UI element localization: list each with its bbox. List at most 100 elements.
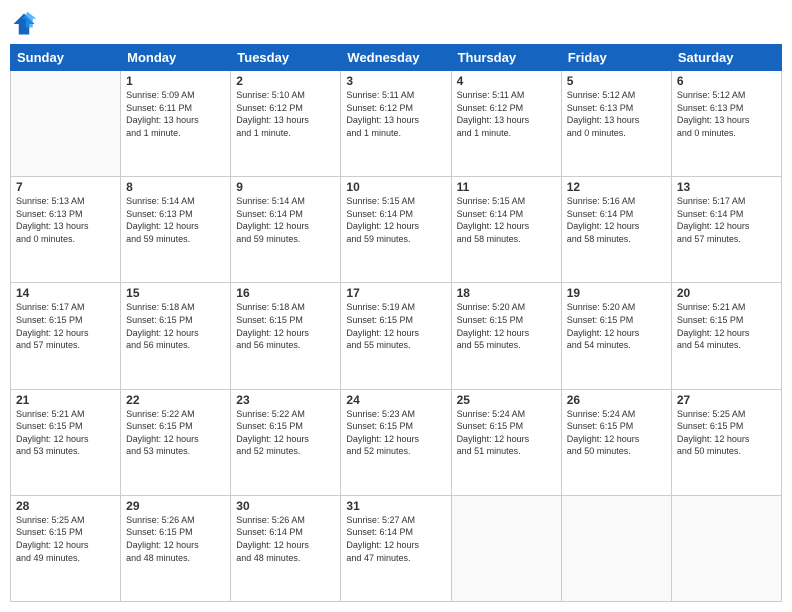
weekday-header-row: SundayMondayTuesdayWednesdayThursdayFrid… xyxy=(11,45,782,71)
calendar-cell: 6Sunrise: 5:12 AMSunset: 6:13 PMDaylight… xyxy=(671,71,781,177)
calendar-cell: 29Sunrise: 5:26 AMSunset: 6:15 PMDayligh… xyxy=(121,495,231,601)
day-info: Sunrise: 5:17 AMSunset: 6:15 PMDaylight:… xyxy=(16,301,115,351)
calendar-cell: 3Sunrise: 5:11 AMSunset: 6:12 PMDaylight… xyxy=(341,71,451,177)
day-number: 9 xyxy=(236,180,335,194)
day-number: 30 xyxy=(236,499,335,513)
day-info: Sunrise: 5:26 AMSunset: 6:14 PMDaylight:… xyxy=(236,514,335,564)
day-info: Sunrise: 5:26 AMSunset: 6:15 PMDaylight:… xyxy=(126,514,225,564)
calendar-cell: 7Sunrise: 5:13 AMSunset: 6:13 PMDaylight… xyxy=(11,177,121,283)
day-number: 25 xyxy=(457,393,556,407)
day-number: 18 xyxy=(457,286,556,300)
calendar-week-row: 28Sunrise: 5:25 AMSunset: 6:15 PMDayligh… xyxy=(11,495,782,601)
weekday-header: Tuesday xyxy=(231,45,341,71)
day-info: Sunrise: 5:10 AMSunset: 6:12 PMDaylight:… xyxy=(236,89,335,139)
calendar-cell: 5Sunrise: 5:12 AMSunset: 6:13 PMDaylight… xyxy=(561,71,671,177)
weekday-header: Saturday xyxy=(671,45,781,71)
calendar-cell: 21Sunrise: 5:21 AMSunset: 6:15 PMDayligh… xyxy=(11,389,121,495)
day-number: 1 xyxy=(126,74,225,88)
calendar-week-row: 21Sunrise: 5:21 AMSunset: 6:15 PMDayligh… xyxy=(11,389,782,495)
day-number: 10 xyxy=(346,180,445,194)
day-number: 7 xyxy=(16,180,115,194)
day-info: Sunrise: 5:25 AMSunset: 6:15 PMDaylight:… xyxy=(677,408,776,458)
day-number: 17 xyxy=(346,286,445,300)
day-number: 3 xyxy=(346,74,445,88)
weekday-header: Sunday xyxy=(11,45,121,71)
day-number: 26 xyxy=(567,393,666,407)
weekday-header: Thursday xyxy=(451,45,561,71)
day-number: 31 xyxy=(346,499,445,513)
calendar-week-row: 14Sunrise: 5:17 AMSunset: 6:15 PMDayligh… xyxy=(11,283,782,389)
day-info: Sunrise: 5:21 AMSunset: 6:15 PMDaylight:… xyxy=(677,301,776,351)
day-number: 29 xyxy=(126,499,225,513)
day-number: 5 xyxy=(567,74,666,88)
day-info: Sunrise: 5:12 AMSunset: 6:13 PMDaylight:… xyxy=(677,89,776,139)
day-info: Sunrise: 5:22 AMSunset: 6:15 PMDaylight:… xyxy=(236,408,335,458)
day-info: Sunrise: 5:15 AMSunset: 6:14 PMDaylight:… xyxy=(346,195,445,245)
calendar-table: SundayMondayTuesdayWednesdayThursdayFrid… xyxy=(10,44,782,602)
calendar-cell: 8Sunrise: 5:14 AMSunset: 6:13 PMDaylight… xyxy=(121,177,231,283)
calendar-cell xyxy=(561,495,671,601)
weekday-header: Monday xyxy=(121,45,231,71)
day-info: Sunrise: 5:24 AMSunset: 6:15 PMDaylight:… xyxy=(567,408,666,458)
calendar-cell: 15Sunrise: 5:18 AMSunset: 6:15 PMDayligh… xyxy=(121,283,231,389)
calendar-week-row: 7Sunrise: 5:13 AMSunset: 6:13 PMDaylight… xyxy=(11,177,782,283)
calendar-cell: 23Sunrise: 5:22 AMSunset: 6:15 PMDayligh… xyxy=(231,389,341,495)
day-number: 6 xyxy=(677,74,776,88)
calendar-cell: 31Sunrise: 5:27 AMSunset: 6:14 PMDayligh… xyxy=(341,495,451,601)
weekday-header: Friday xyxy=(561,45,671,71)
day-number: 16 xyxy=(236,286,335,300)
calendar-cell: 19Sunrise: 5:20 AMSunset: 6:15 PMDayligh… xyxy=(561,283,671,389)
day-number: 27 xyxy=(677,393,776,407)
day-info: Sunrise: 5:22 AMSunset: 6:15 PMDaylight:… xyxy=(126,408,225,458)
day-number: 24 xyxy=(346,393,445,407)
calendar-cell: 25Sunrise: 5:24 AMSunset: 6:15 PMDayligh… xyxy=(451,389,561,495)
calendar-cell xyxy=(451,495,561,601)
calendar-cell: 16Sunrise: 5:18 AMSunset: 6:15 PMDayligh… xyxy=(231,283,341,389)
page: SundayMondayTuesdayWednesdayThursdayFrid… xyxy=(0,0,792,612)
day-number: 14 xyxy=(16,286,115,300)
day-info: Sunrise: 5:24 AMSunset: 6:15 PMDaylight:… xyxy=(457,408,556,458)
day-number: 4 xyxy=(457,74,556,88)
day-info: Sunrise: 5:19 AMSunset: 6:15 PMDaylight:… xyxy=(346,301,445,351)
calendar-cell: 1Sunrise: 5:09 AMSunset: 6:11 PMDaylight… xyxy=(121,71,231,177)
day-number: 13 xyxy=(677,180,776,194)
day-info: Sunrise: 5:11 AMSunset: 6:12 PMDaylight:… xyxy=(457,89,556,139)
day-info: Sunrise: 5:20 AMSunset: 6:15 PMDaylight:… xyxy=(567,301,666,351)
day-info: Sunrise: 5:20 AMSunset: 6:15 PMDaylight:… xyxy=(457,301,556,351)
calendar-cell: 18Sunrise: 5:20 AMSunset: 6:15 PMDayligh… xyxy=(451,283,561,389)
day-number: 12 xyxy=(567,180,666,194)
calendar-cell: 4Sunrise: 5:11 AMSunset: 6:12 PMDaylight… xyxy=(451,71,561,177)
calendar-cell: 13Sunrise: 5:17 AMSunset: 6:14 PMDayligh… xyxy=(671,177,781,283)
calendar-cell xyxy=(671,495,781,601)
calendar-cell: 9Sunrise: 5:14 AMSunset: 6:14 PMDaylight… xyxy=(231,177,341,283)
day-number: 23 xyxy=(236,393,335,407)
day-info: Sunrise: 5:21 AMSunset: 6:15 PMDaylight:… xyxy=(16,408,115,458)
day-info: Sunrise: 5:15 AMSunset: 6:14 PMDaylight:… xyxy=(457,195,556,245)
calendar-cell: 27Sunrise: 5:25 AMSunset: 6:15 PMDayligh… xyxy=(671,389,781,495)
calendar-cell: 14Sunrise: 5:17 AMSunset: 6:15 PMDayligh… xyxy=(11,283,121,389)
calendar-cell: 30Sunrise: 5:26 AMSunset: 6:14 PMDayligh… xyxy=(231,495,341,601)
day-info: Sunrise: 5:14 AMSunset: 6:13 PMDaylight:… xyxy=(126,195,225,245)
calendar-cell: 2Sunrise: 5:10 AMSunset: 6:12 PMDaylight… xyxy=(231,71,341,177)
day-info: Sunrise: 5:27 AMSunset: 6:14 PMDaylight:… xyxy=(346,514,445,564)
calendar-cell: 17Sunrise: 5:19 AMSunset: 6:15 PMDayligh… xyxy=(341,283,451,389)
calendar-cell: 11Sunrise: 5:15 AMSunset: 6:14 PMDayligh… xyxy=(451,177,561,283)
day-number: 28 xyxy=(16,499,115,513)
day-number: 20 xyxy=(677,286,776,300)
day-info: Sunrise: 5:25 AMSunset: 6:15 PMDaylight:… xyxy=(16,514,115,564)
day-info: Sunrise: 5:09 AMSunset: 6:11 PMDaylight:… xyxy=(126,89,225,139)
day-info: Sunrise: 5:16 AMSunset: 6:14 PMDaylight:… xyxy=(567,195,666,245)
logo-icon xyxy=(10,10,38,38)
day-info: Sunrise: 5:13 AMSunset: 6:13 PMDaylight:… xyxy=(16,195,115,245)
logo xyxy=(10,10,42,38)
day-info: Sunrise: 5:12 AMSunset: 6:13 PMDaylight:… xyxy=(567,89,666,139)
day-number: 15 xyxy=(126,286,225,300)
day-number: 21 xyxy=(16,393,115,407)
calendar-cell: 10Sunrise: 5:15 AMSunset: 6:14 PMDayligh… xyxy=(341,177,451,283)
calendar-week-row: 1Sunrise: 5:09 AMSunset: 6:11 PMDaylight… xyxy=(11,71,782,177)
day-number: 19 xyxy=(567,286,666,300)
day-info: Sunrise: 5:18 AMSunset: 6:15 PMDaylight:… xyxy=(126,301,225,351)
day-number: 2 xyxy=(236,74,335,88)
day-info: Sunrise: 5:11 AMSunset: 6:12 PMDaylight:… xyxy=(346,89,445,139)
calendar-cell: 24Sunrise: 5:23 AMSunset: 6:15 PMDayligh… xyxy=(341,389,451,495)
